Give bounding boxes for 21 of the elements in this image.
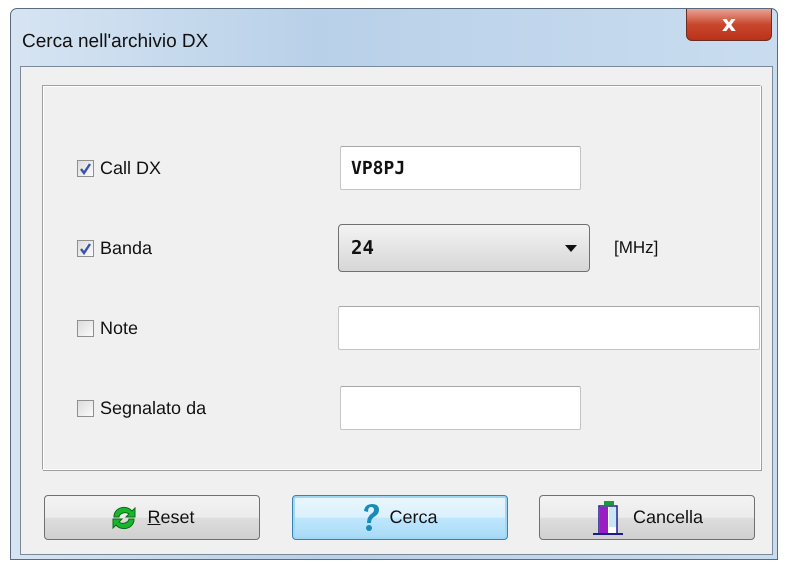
cancel-button[interactable]: Cancella xyxy=(539,495,755,540)
dropdown-arrow-icon xyxy=(565,244,577,252)
dropdown[interactable]: 24 xyxy=(338,224,590,272)
field-label: Call DX xyxy=(100,158,162,178)
text-field[interactable]: VP8PJ xyxy=(340,146,581,190)
text-field[interactable] xyxy=(340,386,581,430)
checkbox[interactable] xyxy=(77,240,94,256)
field-label: Banda xyxy=(100,238,152,258)
close-button[interactable]: x xyxy=(686,9,772,41)
field-label: Segnalato da xyxy=(100,398,206,418)
checkbox[interactable] xyxy=(77,320,94,336)
checkbox[interactable] xyxy=(77,400,94,416)
checkbox[interactable] xyxy=(77,160,94,176)
field-label: Note xyxy=(100,318,138,338)
search-button[interactable]: Cerca xyxy=(292,495,508,540)
unit-label: [MHz] xyxy=(614,238,658,258)
door-icon xyxy=(590,500,625,536)
text-field[interactable] xyxy=(338,306,760,350)
question-mark-icon xyxy=(361,502,382,532)
window-title: Cerca nell'archivio DX xyxy=(22,31,208,53)
reset-button[interactable]: Reset xyxy=(44,495,260,540)
